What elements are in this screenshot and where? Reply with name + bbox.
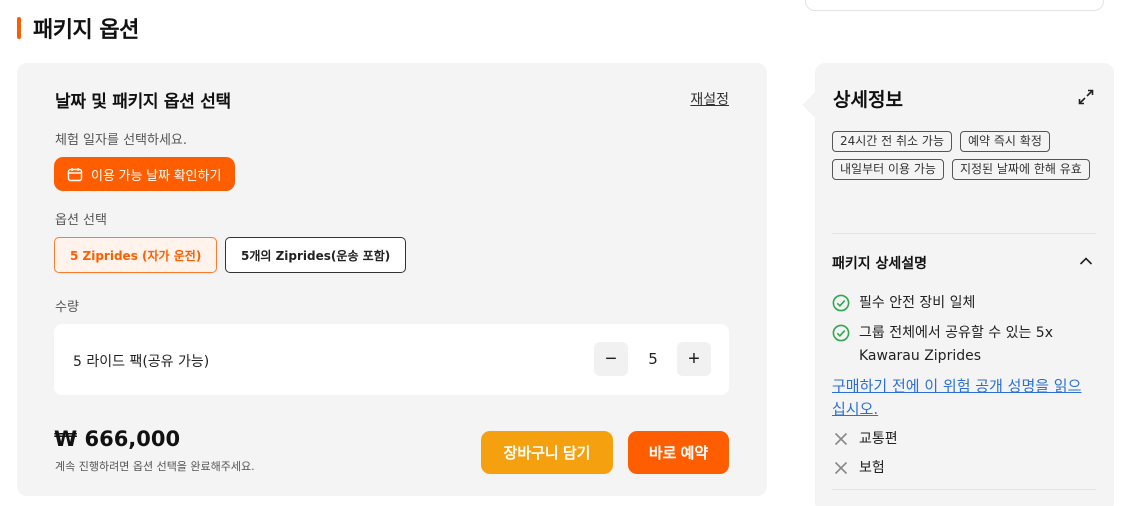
- option-chip-with-transport[interactable]: 5개의 Ziprides(운송 포함): [225, 237, 407, 273]
- quantity-item-name: 5 라이드 팩(공유 가능): [73, 354, 210, 370]
- date-hint: 체험 일자를 선택하세요.: [55, 133, 187, 148]
- x-icon: [834, 432, 848, 446]
- reset-link[interactable]: 재설정: [690, 89, 729, 109]
- price-note: 계속 진행하려면 옵션 선택을 완료해주세요.: [55, 460, 255, 473]
- tag-available-from-tomorrow: 내일부터 이용 가능: [832, 159, 944, 180]
- expand-icon[interactable]: [1078, 89, 1094, 105]
- included-item: 그룹 전체에서 공유할 수 있는 5x Kawarau Ziprides: [832, 322, 1092, 368]
- section-header: 패키지 옵션: [17, 12, 139, 44]
- check-dates-button[interactable]: 이용 가능 날짜 확인하기: [54, 157, 236, 191]
- detail-title: 상세정보: [833, 89, 903, 111]
- quantity-increase-button[interactable]: +: [677, 342, 711, 376]
- detail-panel: 상세정보 24시간 전 취소 가능 예약 즉시 확정 내일부터 이용 가능 지정…: [815, 63, 1114, 506]
- quantity-decrease-button[interactable]: −: [594, 342, 628, 376]
- add-to-cart-button[interactable]: 장바구니 담기: [481, 431, 613, 474]
- divider: [832, 233, 1096, 234]
- tag-free-cancellation: 24시간 전 취소 가능: [832, 131, 952, 152]
- section-title: 패키지 옵션: [33, 18, 139, 43]
- option-chip-self-drive[interactable]: 5 Ziprides (자가 운전): [54, 237, 218, 273]
- package-detail-heading: 패키지 상세설명: [832, 256, 928, 272]
- x-icon: [834, 461, 848, 475]
- calendar-icon: [67, 167, 83, 181]
- included-item-label: 필수 안전 장비 일체: [859, 295, 976, 311]
- risk-disclosure-link[interactable]: 구매하기 전에 이 위험 공개 성명을 읽으십시오.: [832, 375, 1094, 421]
- book-now-button[interactable]: 바로 예약: [628, 431, 729, 474]
- tag-valid-on-date: 지정된 날짜에 한해 유효: [951, 159, 1090, 180]
- quantity-row: 5 라이드 팩(공유 가능) − 5 +: [54, 324, 729, 395]
- check-circle-icon: [832, 324, 850, 342]
- detail-tags: 24시간 전 취소 가능 예약 즉시 확정 내일부터 이용 가능 지정된 날짜에…: [832, 131, 1094, 180]
- included-item-label: 그룹 전체에서 공유할 수 있는 5x Kawarau Ziprides: [859, 325, 1054, 364]
- package-options-card: 날짜 및 패키지 옵션 선택 재설정 체험 일자를 선택하세요. 이용 가능 날…: [17, 63, 767, 496]
- quantity-value: 5: [648, 350, 658, 368]
- excluded-item: 교통편: [832, 428, 898, 451]
- title-accent-bar: [17, 17, 21, 39]
- excluded-item-label: 교통편: [859, 431, 898, 447]
- excluded-item-label: 보험: [859, 460, 885, 476]
- total-price: ₩ 666,000: [54, 427, 181, 451]
- chevron-up-icon[interactable]: [1078, 253, 1094, 269]
- tag-instant-confirmation: 예약 즉시 확정: [960, 131, 1050, 152]
- divider: [832, 489, 1096, 490]
- card-heading: 날짜 및 패키지 옵션 선택: [55, 92, 231, 112]
- check-dates-label: 이용 가능 날짜 확인하기: [91, 167, 222, 183]
- included-item: 필수 안전 장비 일체: [832, 292, 975, 315]
- quantity-label: 수량: [55, 300, 79, 315]
- option-label: 옵션 선택: [55, 213, 107, 228]
- excluded-item: 보험: [832, 457, 885, 480]
- top-search-box[interactable]: [805, 0, 1104, 11]
- check-circle-icon: [832, 294, 850, 312]
